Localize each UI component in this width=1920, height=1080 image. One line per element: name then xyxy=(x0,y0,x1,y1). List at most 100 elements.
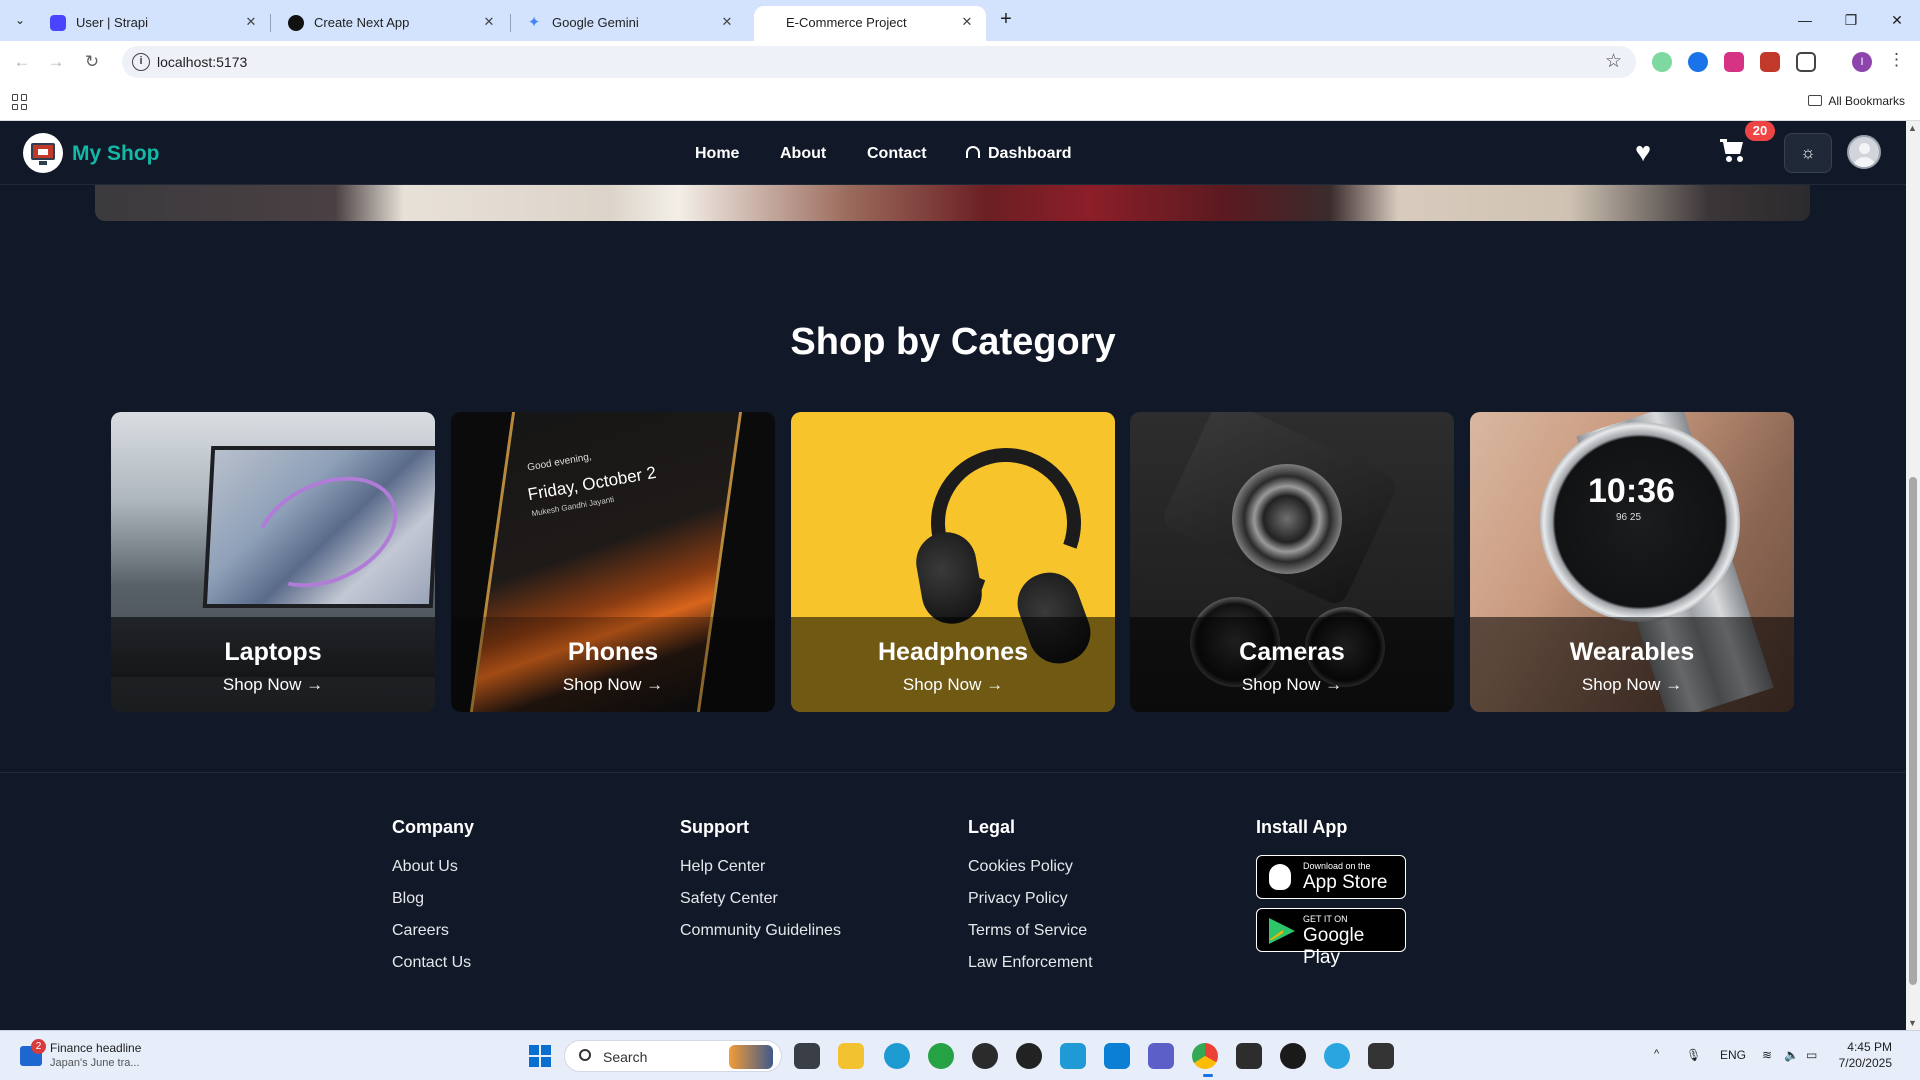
category-card-phones[interactable]: Good evening, Friday, October 2 Mukesh G… xyxy=(451,412,775,712)
nav-dashboard[interactable]: Dashboard xyxy=(966,145,1072,163)
url-text[interactable]: localhost:5173 xyxy=(157,54,247,70)
shop-now-link[interactable]: Shop Now → xyxy=(1470,675,1794,695)
file-explorer-icon[interactable] xyxy=(838,1043,864,1069)
reload-icon[interactable]: ↻ xyxy=(80,50,104,74)
shop-now-link[interactable]: Shop Now → xyxy=(451,675,775,695)
telegram-icon[interactable] xyxy=(1324,1043,1350,1069)
task-view-icon[interactable] xyxy=(794,1043,820,1069)
scrollbar-thumb[interactable] xyxy=(1909,477,1917,985)
close-tab-icon[interactable]: ✕ xyxy=(480,13,498,31)
footer-link-law-enforcement[interactable]: Law Enforcement xyxy=(968,954,1093,972)
apple-logo-icon xyxy=(1269,864,1291,890)
apps-grid-icon[interactable] xyxy=(12,94,28,110)
footer-link-privacy-policy[interactable]: Privacy Policy xyxy=(968,890,1068,908)
steam-icon[interactable] xyxy=(972,1043,998,1069)
clock-date: 7/20/2025 xyxy=(1838,1056,1892,1070)
close-tab-icon[interactable]: ✕ xyxy=(958,13,976,31)
minimize-button[interactable]: — xyxy=(1782,8,1828,32)
google-play-badge[interactable]: GET IT ON Google Play xyxy=(1256,908,1406,968)
microphone-icon[interactable]: 🎙 xyxy=(1686,1048,1701,1062)
shop-logo-icon[interactable] xyxy=(23,133,63,173)
media-player-icon[interactable] xyxy=(1280,1043,1306,1069)
photos-icon[interactable] xyxy=(1060,1043,1086,1069)
chrome-active-indicator xyxy=(1203,1074,1213,1077)
footer-link-careers[interactable]: Careers xyxy=(392,922,449,940)
category-card-laptops[interactable]: Laptops Shop Now → xyxy=(111,412,435,712)
search-highlight-image xyxy=(729,1045,773,1069)
footer-link-help-center[interactable]: Help Center xyxy=(680,858,765,876)
new-tab-button[interactable]: + xyxy=(992,8,1020,32)
footer-link-community-guidelines[interactable]: Community Guidelines xyxy=(680,922,841,940)
nav-contact[interactable]: Contact xyxy=(867,145,927,163)
nav-home[interactable]: Home xyxy=(695,145,739,163)
footer-link-terms-of-service[interactable]: Terms of Service xyxy=(968,922,1087,940)
tab-next-app[interactable]: Create Next App ✕ xyxy=(276,6,508,41)
footer-link-cookies-policy[interactable]: Cookies Policy xyxy=(968,858,1073,876)
tab-title: Create Next App xyxy=(314,15,410,30)
scroll-down-arrow-icon[interactable]: ▼ xyxy=(1908,1018,1917,1028)
shop-now-link[interactable]: Shop Now → xyxy=(791,675,1115,695)
whatsapp-icon[interactable] xyxy=(928,1043,954,1069)
chatgpt-icon[interactable] xyxy=(1016,1043,1042,1069)
wifi-icon[interactable]: ≋ xyxy=(1762,1048,1772,1062)
browser-tab-bar: ⌄ User | Strapi ✕ Create Next App ✕ ✦ Go… xyxy=(0,0,1920,41)
footer-link-blog[interactable]: Blog xyxy=(392,890,424,908)
chrome-menu-icon[interactable]: ⋮ xyxy=(1888,50,1905,70)
shop-now-link[interactable]: Shop Now → xyxy=(111,675,435,695)
footer-link-about-us[interactable]: About Us xyxy=(392,858,458,876)
footer-link-contact-us[interactable]: Contact Us xyxy=(392,954,471,972)
tab-gemini[interactable]: ✦ Google Gemini ✕ xyxy=(514,6,746,41)
scroll-up-arrow-icon[interactable]: ▲ xyxy=(1908,123,1917,133)
tab-strapi[interactable]: User | Strapi ✕ xyxy=(38,6,270,41)
windows-start-icon[interactable] xyxy=(529,1045,551,1067)
close-window-button[interactable]: ✕ xyxy=(1874,8,1920,32)
app-store-small-text: Download on the xyxy=(1303,861,1371,871)
back-arrow-icon[interactable]: ← xyxy=(10,50,34,74)
category-card-headphones[interactable]: Headphones Shop Now → xyxy=(791,412,1115,712)
volume-icon[interactable]: 🔈 xyxy=(1784,1048,1799,1062)
taskbar-search-box[interactable]: Search xyxy=(564,1040,782,1072)
extension-download-icon[interactable] xyxy=(1724,52,1744,72)
address-bar[interactable]: i localhost:5173 ☆ xyxy=(122,46,1636,78)
terminal-icon[interactable] xyxy=(1236,1043,1262,1069)
tab-title: E-Commerce Project xyxy=(786,15,907,30)
brand-name[interactable]: My Shop xyxy=(72,142,160,166)
chrome-icon[interactable] xyxy=(1192,1043,1218,1069)
theme-toggle-button[interactable]: ☼ xyxy=(1784,133,1832,173)
user-avatar[interactable] xyxy=(1847,135,1881,169)
bookmark-star-icon[interactable]: ☆ xyxy=(1605,50,1622,73)
profile-avatar-icon[interactable]: I xyxy=(1852,52,1872,72)
extensions-puzzle-icon[interactable] xyxy=(1796,52,1816,72)
category-card-cameras[interactable]: Cameras Shop Now → xyxy=(1130,412,1454,712)
cart-icon[interactable] xyxy=(1720,136,1746,166)
footer-link-safety-center[interactable]: Safety Center xyxy=(680,890,778,908)
nav-about[interactable]: About xyxy=(780,145,826,163)
site-info-icon[interactable]: i xyxy=(132,53,150,71)
category-card-wearables[interactable]: 10:36 96 25 Wearables Shop Now → xyxy=(1470,412,1794,712)
close-tab-icon[interactable]: ✕ xyxy=(242,13,260,31)
extension-edge-icon[interactable] xyxy=(1688,52,1708,72)
edge-browser-icon[interactable] xyxy=(884,1043,910,1069)
app-store-large-text: App Store xyxy=(1303,872,1388,893)
extension-red-icon[interactable] xyxy=(1760,52,1780,72)
language-indicator[interactable]: ENG xyxy=(1720,1048,1746,1062)
system-clock[interactable]: 4:45 PM 7/20/2025 xyxy=(1822,1039,1892,1071)
forward-arrow-icon[interactable]: → xyxy=(44,50,68,74)
close-tab-icon[interactable]: ✕ xyxy=(718,13,736,31)
all-bookmarks-button[interactable]: All Bookmarks xyxy=(1808,94,1905,108)
extension-green-icon[interactable] xyxy=(1652,52,1672,72)
teams-icon[interactable] xyxy=(1148,1043,1174,1069)
page-scrollbar[interactable]: ▲ ▼ xyxy=(1906,121,1920,1030)
battery-icon[interactable]: ▭ xyxy=(1806,1048,1817,1062)
shop-now-link[interactable]: Shop Now → xyxy=(1130,675,1454,695)
category-name: Phones xyxy=(567,638,659,666)
github-icon[interactable] xyxy=(1368,1043,1394,1069)
app-store-badge[interactable]: Download on the App Store xyxy=(1256,855,1406,899)
show-hidden-icons-chevron-icon[interactable]: ^ xyxy=(1654,1048,1659,1060)
tab-search-chevron-icon[interactable]: ⌄ xyxy=(8,8,32,32)
restore-button[interactable]: ❐ xyxy=(1828,8,1874,32)
vscode-icon[interactable] xyxy=(1104,1043,1130,1069)
wishlist-heart-icon[interactable]: ♥ xyxy=(1635,137,1651,167)
news-widget[interactable]: 2 Finance headline Japan's June tra... xyxy=(20,1039,170,1073)
tab-ecommerce-active[interactable]: E-Commerce Project ✕ xyxy=(754,6,986,41)
